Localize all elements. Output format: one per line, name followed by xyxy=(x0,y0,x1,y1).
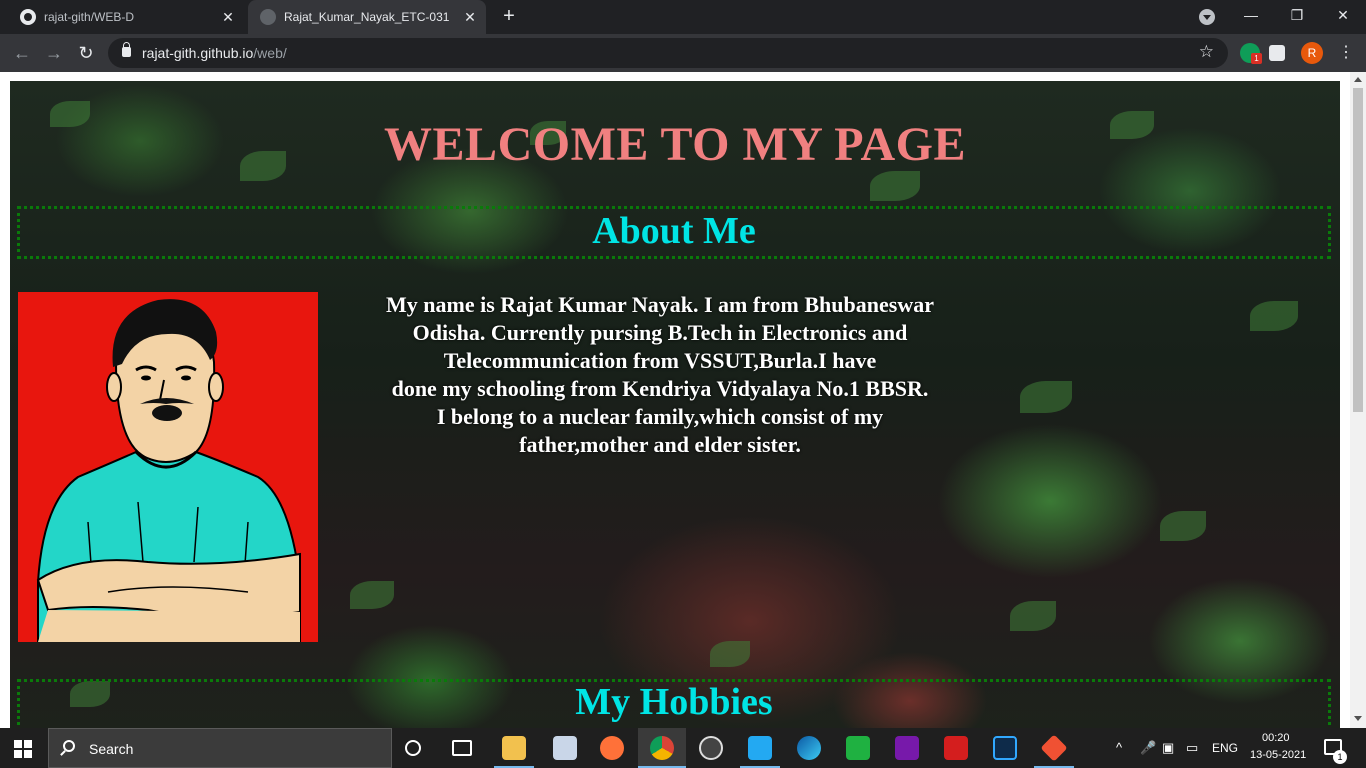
page-viewport: WELCOME TO MY PAGE About Me My name is R… xyxy=(0,72,1366,728)
search-placeholder: Search xyxy=(89,741,134,757)
url-domain: rajat-gith.github.io xyxy=(142,45,254,61)
onenote-icon[interactable] xyxy=(895,736,919,760)
taskbar-search-box[interactable]: Search xyxy=(48,728,392,768)
welcome-heading: WELCOME TO MY PAGE xyxy=(384,118,966,171)
obs-icon[interactable] xyxy=(699,736,723,760)
my-hobbies-title: My Hobbies xyxy=(575,681,773,723)
edge-icon[interactable] xyxy=(797,736,821,760)
clock-time[interactable]: 00:20 xyxy=(1262,732,1290,744)
close-window-button[interactable]: ✕ xyxy=(1320,0,1366,30)
task-view-icon[interactable] xyxy=(452,740,472,756)
close-tab-icon[interactable]: ✕ xyxy=(218,7,238,27)
github-icon xyxy=(20,9,36,25)
cortana-icon[interactable] xyxy=(405,740,421,756)
about-me-paragraph: My name is Rajat Kumar Nayak. I am from … xyxy=(340,291,980,459)
hobbies-section-header: My Hobbies xyxy=(17,679,1331,728)
ivy-leaf xyxy=(710,641,750,667)
browser-tab-strip: rajat-gith/WEB-D ✕ Rajat_Kumar_Nayak_ETC… xyxy=(0,0,1366,34)
clock-date[interactable]: 13-05-2021 xyxy=(1250,749,1306,761)
notification-count-badge: 1 xyxy=(1333,750,1347,764)
forward-button[interactable]: → xyxy=(42,41,66,65)
ivy-leaf xyxy=(1020,381,1072,413)
restore-button[interactable]: ❐ xyxy=(1274,0,1320,30)
battery-icon[interactable]: ▭ xyxy=(1186,740,1198,756)
ivy-leaf xyxy=(870,171,920,201)
tab-rajat-kumar-nayak[interactable]: Rajat_Kumar_Nayak_ETC-031 ✕ xyxy=(248,0,486,34)
search-icon xyxy=(63,740,75,752)
extension-badge: 1 xyxy=(1251,53,1262,64)
photoshop-icon[interactable] xyxy=(993,736,1017,760)
language-indicator[interactable]: ENG xyxy=(1212,741,1238,755)
evernote-icon[interactable] xyxy=(846,736,870,760)
about-line: My name is Rajat Kumar Nayak. I am from … xyxy=(386,292,934,317)
ivy-leaf xyxy=(350,581,394,609)
ivy-leaf xyxy=(1010,601,1056,631)
about-me-title: About Me xyxy=(592,210,756,252)
url-text[interactable]: rajat-gith.github.io/web/ xyxy=(142,45,287,61)
windows-taskbar: Search ^ 🎤 ▣ ▭ ENG 00:20 13-05-2021 1 xyxy=(0,728,1366,768)
portrait-illustration xyxy=(36,299,301,642)
menu-kebab-icon[interactable]: ⋮ xyxy=(1338,42,1354,62)
microphone-icon[interactable]: 🎤 xyxy=(1140,740,1156,756)
page-body: WELCOME TO MY PAGE About Me My name is R… xyxy=(10,81,1340,728)
scroll-down-arrow-icon[interactable] xyxy=(1354,716,1362,721)
show-hidden-icons-chevron-icon[interactable]: ^ xyxy=(1116,740,1122,755)
bookmark-star-icon[interactable]: ☆ xyxy=(1199,42,1214,62)
about-line: done my schooling from Kendriya Vidyalay… xyxy=(391,376,929,401)
page-scrollbar[interactable] xyxy=(1350,72,1366,728)
ivy-leaf xyxy=(1250,301,1298,331)
tab-title: Rajat_Kumar_Nayak_ETC-031 xyxy=(284,10,450,24)
address-bar[interactable]: rajat-gith.github.io/web/ ☆ xyxy=(108,38,1228,68)
ivy-leaf xyxy=(1160,511,1206,541)
about-line: Odisha. Currently pursing B.Tech in Elec… xyxy=(412,320,908,345)
close-tab-icon[interactable]: ✕ xyxy=(460,7,480,27)
about-line: father,mother and elder sister. xyxy=(519,432,801,457)
reload-button[interactable]: ↻ xyxy=(74,41,98,65)
minimize-button[interactable]: — xyxy=(1228,0,1274,30)
tab-rajat-gith-web-d[interactable]: rajat-gith/WEB-D ✕ xyxy=(8,0,244,34)
file-explorer-icon[interactable] xyxy=(502,736,526,760)
lock-icon xyxy=(122,42,131,57)
about-section-header: About Me xyxy=(17,206,1331,259)
photos-icon[interactable]: ▣ xyxy=(1162,740,1174,756)
acrobat-icon[interactable] xyxy=(944,736,968,760)
vscode-icon[interactable] xyxy=(748,736,772,760)
git-icon[interactable] xyxy=(1040,734,1068,762)
tab-title: rajat-gith/WEB-D xyxy=(44,10,135,24)
profile-avatar[interactable]: R xyxy=(1301,42,1323,64)
browser-toolbar: ← → ↻ rajat-gith.github.io/web/ ☆ R ⋮ xyxy=(0,34,1366,72)
extensions-puzzle-icon[interactable] xyxy=(1269,45,1285,61)
tab-search-icon[interactable] xyxy=(1199,9,1215,25)
page-favicon-icon xyxy=(260,9,276,25)
about-line: I belong to a nuclear family,which consi… xyxy=(436,404,884,429)
paint-icon[interactable] xyxy=(553,736,577,760)
windows-start-icon[interactable] xyxy=(14,740,32,758)
scroll-up-arrow-icon[interactable] xyxy=(1354,77,1362,82)
scrollbar-thumb[interactable] xyxy=(1353,88,1363,412)
profile-portrait-image xyxy=(18,292,318,642)
firefox-icon[interactable] xyxy=(600,736,624,760)
about-line: Telecommunication from VSSUT,Burla.I hav… xyxy=(443,348,877,373)
url-path: /web/ xyxy=(253,45,287,61)
new-tab-button[interactable]: + xyxy=(498,6,520,28)
chrome-icon[interactable] xyxy=(650,736,674,760)
back-button[interactable]: ← xyxy=(10,41,34,65)
